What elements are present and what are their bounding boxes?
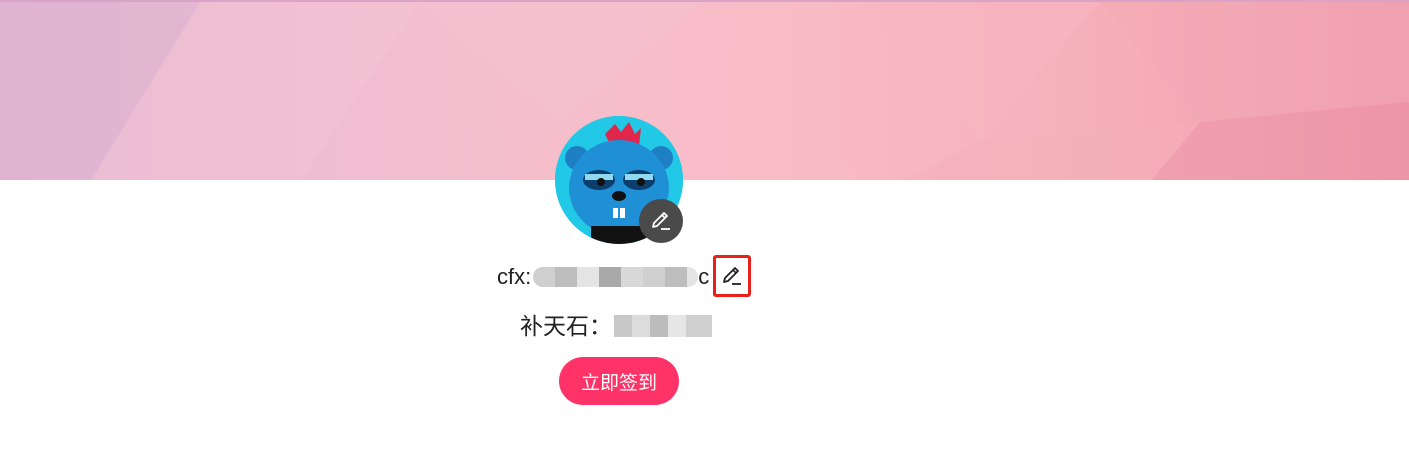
address-edit-button[interactable] <box>713 255 751 297</box>
address-redacted <box>533 267 699 287</box>
profile-banner <box>0 0 1409 180</box>
profile-page: cfx: c 补天石： 立即签到 <box>0 0 1409 475</box>
banner-pattern <box>0 2 1409 180</box>
pencil-icon <box>652 212 670 230</box>
pencil-icon <box>723 267 741 285</box>
points-label: 补天石： <box>520 313 612 339</box>
address-suffix: c <box>698 264 710 289</box>
checkin-button[interactable]: 立即签到 <box>559 357 679 405</box>
points-balance: 补天石： <box>520 310 712 342</box>
wallet-address: cfx: c <box>497 262 709 292</box>
address-prefix: cfx: <box>497 264 532 289</box>
points-value-redacted <box>614 315 712 337</box>
avatar-edit-button[interactable] <box>639 199 683 243</box>
